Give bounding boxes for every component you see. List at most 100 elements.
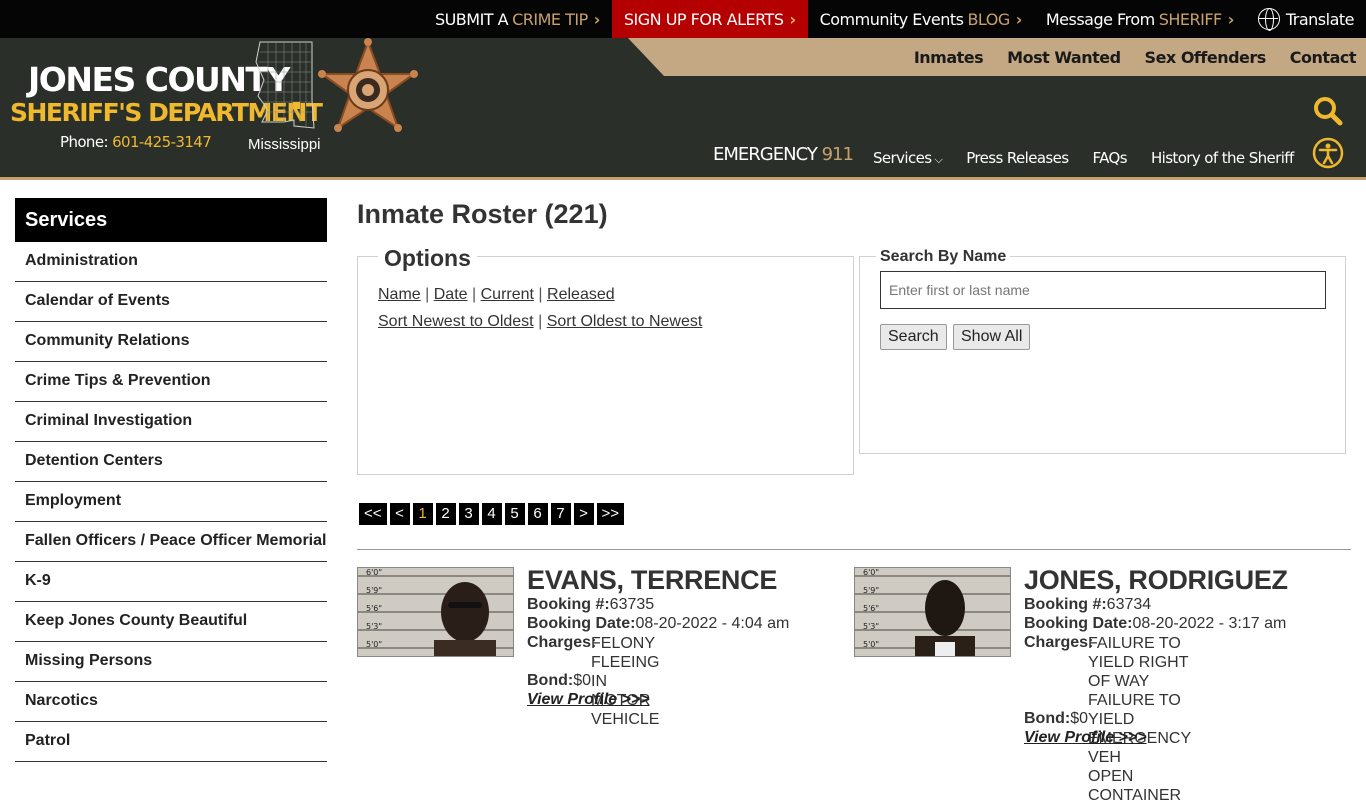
mugshot-photo[interactable]: 6'0" 5'9" 5'6" 5'3" 5'0" — [854, 567, 1011, 657]
sidebar-item-narcotics[interactable]: Narcotics — [15, 682, 327, 722]
secondary-nav: Inmates Most Wanted Sex Offenders Contac… — [628, 38, 1366, 76]
brand-title[interactable]: JONES COUNTY — [28, 60, 290, 99]
page-4[interactable]: 4 — [481, 503, 502, 525]
chevron-right-icon: › — [789, 9, 796, 29]
height-mark: 6'0" — [863, 568, 879, 577]
page-first[interactable]: << — [359, 503, 387, 525]
inmate-name[interactable]: JONES, RODRIGUEZ — [1024, 565, 1288, 596]
height-mark: 5'0" — [366, 640, 382, 649]
sidebar-item-keep-jones-county-beautiful[interactable]: Keep Jones County Beautiful — [15, 602, 327, 642]
page-next[interactable]: > — [573, 503, 594, 525]
booking-number-label: Booking #: — [527, 596, 610, 613]
site-header: JONES COUNTY SHERIFF'S DEPARTMENT Phone:… — [0, 38, 1366, 180]
message-highlight: SHERIFF — [1158, 9, 1223, 29]
page-prev[interactable]: < — [389, 503, 410, 525]
page-6[interactable]: 6 — [527, 503, 548, 525]
booking-number: Booking #:63734 — [1024, 596, 1151, 614]
top-utility-bar: SUBMIT A CRIME TIP › SIGN UP FOR ALERTS … — [0, 0, 1366, 38]
page-7[interactable]: 7 — [550, 503, 571, 525]
events-label: Community Events — [819, 9, 964, 29]
phone-label: Phone: — [60, 133, 109, 151]
page-last[interactable]: >> — [596, 503, 625, 525]
page-1[interactable]: 1 — [412, 503, 433, 525]
sidebar-item-community-relations[interactable]: Community Relations — [15, 322, 327, 362]
sort-newest-link[interactable]: Sort Newest to Oldest — [378, 313, 534, 330]
booking-number-value: 63735 — [609, 596, 655, 613]
sort-by-name-link[interactable]: Name — [378, 286, 421, 303]
separator: | — [425, 286, 430, 303]
nav-contact[interactable]: Contact — [1290, 48, 1357, 67]
sidebar-item-missing-persons[interactable]: Missing Persons — [15, 642, 327, 682]
height-mark: 5'6" — [863, 604, 879, 613]
search-icon[interactable] — [1313, 96, 1343, 126]
options-panel: Options Name | Date | Current | Released… — [357, 245, 854, 475]
nav-faqs[interactable]: FAQs — [1092, 149, 1127, 167]
translate-link[interactable]: Translate — [1246, 0, 1366, 38]
name-search-input[interactable] — [880, 271, 1326, 309]
page-3[interactable]: 3 — [458, 503, 479, 525]
view-profile-link[interactable]: View Profile >>> — [527, 691, 650, 709]
charge-item: VEHICLE — [591, 711, 660, 728]
booking-date-value: 08-20-2022 - 4:04 am — [635, 615, 790, 632]
nav-services-label: Services — [873, 149, 932, 167]
nav-history-of-sheriff[interactable]: History of the Sheriff — [1151, 149, 1294, 167]
charge-item: FAILURE TO YIELD RIGHT OF WAY — [1088, 635, 1189, 690]
sidebar-item-fallen-officers[interactable]: Fallen Officers / Peace Officer Memorial — [15, 522, 327, 562]
bond-value: $0 — [573, 672, 591, 689]
charges-list: FELONY FLEEING IN MOTOR VEHICLE — [591, 634, 659, 729]
page-5[interactable]: 5 — [504, 503, 525, 525]
charges-label-text: Charges: — [527, 634, 597, 651]
nav-sex-offenders[interactable]: Sex Offenders — [1145, 48, 1267, 67]
nav-services[interactable]: Services ⌵ — [873, 149, 943, 167]
page-title: Inmate Roster (221) — [357, 199, 608, 229]
booking-date: Booking Date:08-20-2022 - 3:17 am — [1024, 615, 1286, 633]
submit-crime-tip-link[interactable]: SUBMIT A CRIME TIP › — [423, 0, 612, 38]
sign-up-alerts-link[interactable]: SIGN UP FOR ALERTS › — [611, 0, 808, 38]
show-all-button[interactable]: Show All — [953, 324, 1031, 350]
sidebar-item-detention-centers[interactable]: Detention Centers — [15, 442, 327, 482]
message-label: Message From — [1045, 9, 1155, 29]
sidebar-item-administration[interactable]: Administration — [15, 242, 327, 282]
chevron-right-icon: › — [1227, 9, 1235, 29]
nav-most-wanted[interactable]: Most Wanted — [1007, 48, 1121, 67]
booking-date-value: 08-20-2022 - 3:17 am — [1132, 615, 1287, 632]
message-from-sheriff-link[interactable]: Message From SHERIFF › — [1034, 0, 1246, 38]
height-mark: 5'0" — [863, 640, 879, 649]
mugshot-photo[interactable]: 6'0" 5'9" 5'6" 5'3" 5'0" — [357, 567, 514, 657]
main-nav: Services ⌵ Press Releases FAQs History of… — [873, 149, 1318, 167]
sidebar-item-employment[interactable]: Employment — [15, 482, 327, 522]
sort-by-date-link[interactable]: Date — [434, 286, 468, 303]
state-label: Mississippi — [248, 136, 321, 153]
sidebar-item-criminal-investigation[interactable]: Criminal Investigation — [15, 402, 327, 442]
sheriff-star-badge-icon[interactable] — [318, 38, 418, 150]
sidebar-item-k9[interactable]: K-9 — [15, 562, 327, 602]
sidebar-item-crime-tips[interactable]: Crime Tips & Prevention — [15, 362, 327, 402]
height-mark: 5'9" — [863, 586, 879, 595]
mississippi-map-icon — [255, 41, 315, 129]
charge-item: VEH — [1088, 749, 1121, 766]
sidebar-item-calendar-of-events[interactable]: Calendar of Events — [15, 282, 327, 322]
bond: Bond:$0 — [1024, 710, 1088, 728]
search-legend: Search By Name — [876, 248, 1011, 266]
sort-oldest-link[interactable]: Sort Oldest to Newest — [547, 313, 703, 330]
chevron-right-icon: › — [593, 9, 601, 29]
nav-press-releases[interactable]: Press Releases — [966, 149, 1069, 167]
nav-inmates[interactable]: Inmates — [914, 48, 984, 67]
bond-label: Bond: — [527, 672, 574, 689]
phone-number[interactable]: 601-425-3147 — [112, 133, 212, 151]
inmate-name[interactable]: EVANS, TERRENCE — [527, 565, 777, 596]
filter-released-link[interactable]: Released — [547, 286, 615, 303]
sidebar-item-patrol[interactable]: Patrol — [15, 722, 327, 762]
height-mark: 5'3" — [863, 622, 879, 631]
emergency-911[interactable]: 911 — [822, 144, 854, 165]
mugshot-image: 6'0" 5'9" 5'6" 5'3" 5'0" — [358, 568, 513, 656]
search-button[interactable]: Search — [880, 324, 947, 350]
separator: | — [538, 313, 543, 330]
view-profile-link[interactable]: View Profile >>> — [1024, 729, 1147, 747]
community-events-blog-link[interactable]: Community Events BLOG › — [808, 0, 1034, 38]
page-2[interactable]: 2 — [435, 503, 456, 525]
filter-current-link[interactable]: Current — [481, 286, 534, 303]
height-mark: 5'3" — [366, 622, 382, 631]
services-sidebar: Services Administration Calendar of Even… — [15, 198, 327, 762]
charges-label: Charges: — [527, 634, 596, 652]
